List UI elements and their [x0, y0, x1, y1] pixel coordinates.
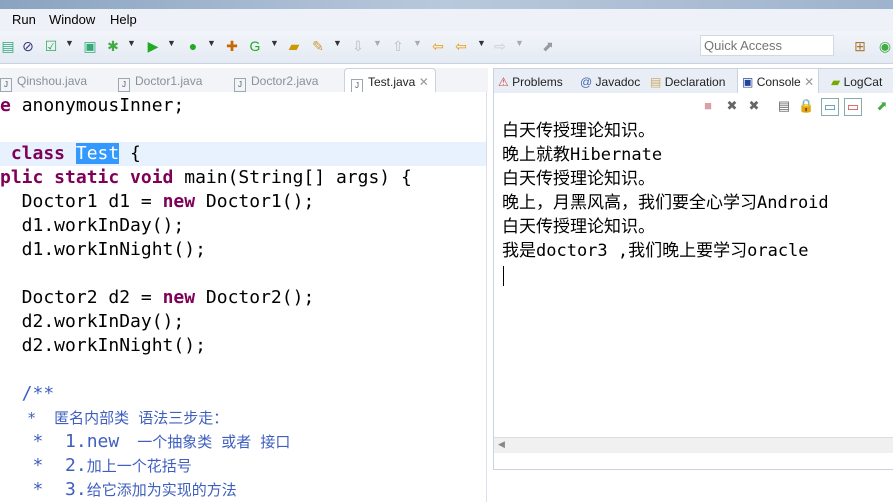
tab-test[interactable]: J Test.java ✕ — [344, 68, 436, 93]
view-tabs: ⚠ Problems @ Javadoc ▤ Declaration ▣ Con… — [494, 69, 893, 93]
current-line: class Test { — [0, 142, 486, 166]
dropdown-icon[interactable]: ▼ — [373, 38, 382, 48]
new-class-icon[interactable]: G — [247, 38, 263, 54]
console-panel: ⚠ Problems @ Javadoc ▤ Declaration ▣ Con… — [493, 68, 893, 470]
dropdown-icon[interactable]: ▼ — [65, 38, 74, 48]
dropdown-icon[interactable]: ▼ — [167, 38, 176, 48]
java-file-icon: J — [0, 78, 12, 92]
problems-icon: ⚠ — [498, 75, 509, 89]
terminate-icon[interactable]: ■ — [700, 98, 716, 114]
tab-console[interactable]: ▣ Console ✕ — [737, 69, 820, 93]
checkbox-icon[interactable]: ☑ — [43, 38, 59, 54]
scroll-left-icon[interactable]: ◀ — [498, 439, 505, 450]
tab-doctor1[interactable]: J Doctor1.java — [118, 68, 202, 92]
search-icon[interactable]: ✎ — [310, 38, 326, 54]
java-file-icon: J — [351, 79, 363, 93]
java-file-icon: J — [234, 78, 246, 92]
declaration-icon: ▤ — [650, 75, 662, 89]
debug-icon[interactable]: ✱ — [105, 38, 121, 54]
prev-annotation-icon[interactable]: ⇧ — [390, 38, 406, 54]
last-edit-icon[interactable]: ⇦ — [430, 38, 446, 54]
close-icon[interactable]: ✕ — [419, 75, 429, 89]
horizontal-scrollbar[interactable]: ◀ — [494, 437, 893, 453]
console-toolbar: ■ ✖ ✖ ▤ 🔒 ▭ ▭ ⬈ — [494, 93, 893, 119]
open-perspective-icon[interactable]: ⊞ — [852, 38, 868, 54]
run-external-icon[interactable]: ● — [185, 38, 201, 54]
remove-launch-icon[interactable]: ✖ — [724, 98, 740, 114]
remove-all-icon[interactable]: ✖ — [746, 98, 762, 114]
clear-console-icon[interactable]: ▤ — [776, 98, 792, 114]
android-sdk-icon[interactable]: ▤ — [0, 38, 16, 54]
open-type-icon[interactable]: ▰ — [286, 38, 302, 54]
console-icon: ▣ — [742, 75, 754, 89]
java-file-icon: J — [118, 78, 130, 92]
show-on-error-icon[interactable]: ▭ — [844, 98, 862, 116]
run-icon[interactable]: ▶ — [145, 38, 161, 54]
forward-icon[interactable]: ⇨ — [492, 38, 508, 54]
tab-doctor2[interactable]: J Doctor2.java — [234, 68, 318, 92]
menu-bar: Run Window Help — [0, 9, 893, 31]
dropdown-icon[interactable]: ▼ — [270, 38, 279, 48]
editor-tabs: J Qinshou.java J Doctor1.java J Doctor2.jav… — [0, 68, 488, 93]
new-package-icon[interactable]: ✚ — [224, 38, 240, 54]
skip-breakpoints-icon[interactable]: ⊘ — [20, 38, 36, 54]
code-editor[interactable]: e anonymousInner; class Test { plic stat… — [0, 92, 487, 502]
pin-editor-icon[interactable]: ⬈ — [540, 38, 556, 54]
tab-problems[interactable]: ⚠ Problems — [498, 69, 563, 93]
logcat-icon: ▰ — [831, 75, 841, 89]
selected-text: Test — [75, 143, 120, 164]
scroll-lock-icon[interactable]: 🔒 — [798, 98, 814, 114]
dropdown-icon[interactable]: ▼ — [477, 38, 486, 48]
new-android-icon[interactable]: ▣ — [82, 38, 98, 54]
tab-logcat[interactable]: ▰ LogCat — [831, 69, 882, 93]
menu-run[interactable]: Run — [12, 12, 36, 27]
back-icon[interactable]: ⇦ — [453, 38, 469, 54]
text-cursor — [503, 266, 504, 286]
dropdown-icon[interactable]: ▼ — [333, 38, 342, 48]
dropdown-icon[interactable]: ▼ — [207, 38, 216, 48]
next-annotation-icon[interactable]: ⇩ — [350, 38, 366, 54]
quick-access-input[interactable] — [700, 35, 834, 56]
tab-qinshou[interactable]: J Qinshou.java — [0, 68, 87, 92]
dropdown-icon[interactable]: ▼ — [127, 38, 136, 48]
menu-window[interactable]: Window — [49, 12, 95, 27]
show-on-output-icon[interactable]: ▭ — [821, 98, 839, 116]
close-icon[interactable]: ✕ — [804, 75, 814, 89]
title-bar — [0, 0, 893, 9]
at-icon: @ — [580, 75, 593, 89]
pin-console-icon[interactable]: ⬈ — [874, 98, 890, 114]
menu-help[interactable]: Help — [110, 12, 137, 27]
perspective-icon[interactable]: ◉ — [877, 38, 893, 54]
tab-javadoc[interactable]: @ Javadoc — [580, 69, 640, 93]
dropdown-icon[interactable]: ▼ — [515, 38, 524, 48]
tab-declaration[interactable]: ▤ Declaration — [650, 69, 725, 93]
dropdown-icon[interactable]: ▼ — [413, 38, 422, 48]
